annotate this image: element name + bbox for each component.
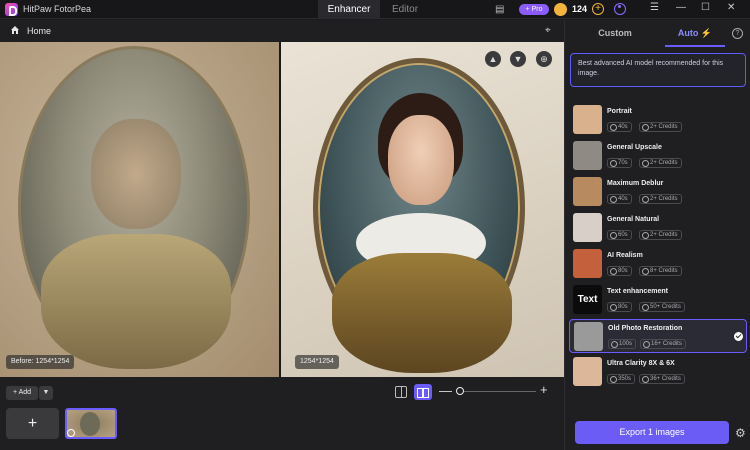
check-icon bbox=[734, 332, 743, 341]
model-name: Ultra Clarity 8X & 6X bbox=[607, 360, 675, 367]
model-time: 70s bbox=[607, 158, 632, 168]
before-size-label: Before: 1254*1254 bbox=[6, 355, 75, 369]
model-name: Text enhancement bbox=[607, 288, 668, 295]
model-credits: 2+ Credits bbox=[639, 230, 682, 240]
model-item[interactable]: General Natural 60s 2+ Credits bbox=[569, 211, 747, 245]
model-item[interactable]: Ultra Clarity 8X & 6X 350s 36+ Credits bbox=[569, 355, 747, 389]
menu-icon[interactable]: ☰ bbox=[650, 2, 659, 13]
info-icon[interactable] bbox=[67, 429, 75, 437]
zoom-in-icon[interactable]: + bbox=[540, 382, 548, 397]
credits-count: 124 bbox=[572, 4, 588, 14]
gear-icon[interactable]: ⚙ bbox=[735, 426, 746, 440]
model-item[interactable]: Text Text enhancement 80s 50+ Credits bbox=[569, 283, 747, 317]
add-image-button[interactable]: + bbox=[6, 408, 59, 439]
zoom-out-icon[interactable]: — bbox=[439, 383, 452, 398]
model-item[interactable]: General Upscale 70s 2+ Credits bbox=[569, 139, 747, 173]
model-thumbnail bbox=[574, 322, 603, 351]
model-time: 80s bbox=[607, 266, 632, 276]
app-title: HitPaw FotorPea bbox=[23, 4, 92, 14]
crop-icon[interactable]: ⌖ bbox=[545, 25, 551, 36]
model-name: Maximum Deblur bbox=[607, 180, 664, 187]
model-item[interactable]: Maximum Deblur 40s 2+ Credits bbox=[569, 175, 747, 209]
model-name: General Natural bbox=[607, 216, 660, 223]
model-credits: 36+ Credits bbox=[639, 374, 685, 384]
help-icon[interactable]: ? bbox=[732, 28, 743, 39]
zoom-slider[interactable] bbox=[458, 391, 536, 392]
lightning-icon: ⚡ bbox=[700, 28, 713, 38]
tab-editor[interactable]: Editor bbox=[384, 0, 426, 19]
export-button[interactable]: Export 1 images bbox=[575, 421, 729, 444]
model-time: 350s bbox=[607, 374, 636, 384]
model-time: 40s bbox=[607, 194, 632, 204]
maximize-icon[interactable]: ☐ bbox=[701, 2, 710, 13]
image-canvas[interactable]: Before: 1254*1254 1254*1254 ▲ ▼ ⊕ bbox=[0, 42, 564, 377]
model-name: AI Realism bbox=[607, 252, 643, 259]
add-credits-icon[interactable]: + bbox=[592, 3, 604, 15]
coin-icon bbox=[554, 3, 567, 16]
model-credits: 2+ Credits bbox=[639, 194, 682, 204]
model-time: 80s bbox=[607, 302, 632, 312]
zoom-slider-handle[interactable] bbox=[456, 387, 464, 395]
before-image: Before: 1254*1254 bbox=[0, 42, 279, 377]
model-name: Portrait bbox=[607, 108, 632, 115]
model-thumbnail: Text bbox=[573, 285, 602, 314]
model-item[interactable]: AI Realism 80s 8+ Credits bbox=[569, 247, 747, 281]
split-view-icon[interactable] bbox=[395, 386, 407, 398]
add-label: Add bbox=[18, 389, 32, 396]
tab-auto[interactable]: Auto ⚡ bbox=[665, 20, 725, 47]
add-dropdown-icon[interactable]: ▼ bbox=[39, 386, 53, 400]
model-thumbnail bbox=[573, 141, 602, 170]
model-name: General Upscale bbox=[607, 144, 662, 151]
tab-auto-label: Auto bbox=[677, 28, 699, 38]
close-icon[interactable]: ✕ bbox=[727, 2, 735, 13]
after-size-label: 1254*1254 bbox=[295, 355, 339, 369]
model-time: 100s bbox=[608, 339, 637, 349]
model-thumbnail bbox=[573, 213, 602, 242]
model-panel: Custom Auto ⚡ ? Best advanced AI model r… bbox=[564, 20, 750, 450]
app-logo-icon bbox=[5, 3, 18, 16]
thumbs-down-icon[interactable]: ▼ bbox=[510, 51, 526, 67]
model-credits: 2+ Credits bbox=[639, 122, 682, 132]
after-image: 1254*1254 ▲ ▼ ⊕ bbox=[281, 42, 564, 377]
model-time: 60s bbox=[607, 230, 632, 240]
add-button[interactable]: + Add bbox=[6, 386, 38, 400]
thumbs-up-icon[interactable]: ▲ bbox=[485, 51, 501, 67]
recommendation-tip: Best advanced AI model recommended for t… bbox=[570, 53, 746, 87]
tab-enhancer[interactable]: Enhancer bbox=[318, 0, 380, 19]
model-time: 40s bbox=[607, 122, 632, 132]
tab-custom[interactable]: Custom bbox=[565, 20, 665, 47]
model-item[interactable]: Portrait 40s 2+ Credits bbox=[569, 103, 747, 137]
model-thumbnail bbox=[573, 105, 602, 134]
model-thumbnail bbox=[573, 177, 602, 206]
model-credits: 8+ Credits bbox=[639, 266, 682, 276]
model-credits: 50+ Credits bbox=[639, 302, 685, 312]
model-thumbnail bbox=[573, 249, 602, 278]
side-by-side-view-icon[interactable] bbox=[414, 384, 432, 400]
model-thumbnail bbox=[573, 357, 602, 386]
user-icon[interactable] bbox=[614, 3, 626, 15]
model-name: Old Photo Restoration bbox=[608, 325, 683, 332]
after-portrait bbox=[313, 58, 525, 373]
pro-button[interactable]: + Pro bbox=[519, 4, 549, 15]
tasks-icon[interactable]: ▤ bbox=[495, 4, 504, 15]
model-credits: 2+ Credits bbox=[639, 158, 682, 168]
home-link[interactable]: Home bbox=[27, 26, 51, 36]
zoom-icon[interactable]: ⊕ bbox=[536, 51, 552, 67]
home-icon[interactable] bbox=[10, 25, 20, 35]
minimize-icon[interactable]: — bbox=[676, 2, 686, 13]
before-portrait bbox=[18, 46, 250, 369]
toolbar: Home ⌖ bbox=[0, 20, 564, 42]
model-credits: 16+ Credits bbox=[640, 339, 686, 349]
bottom-bar: + Add ▼ — + + bbox=[0, 377, 564, 450]
model-item[interactable]: Old Photo Restoration 100s 16+ Credits bbox=[569, 319, 747, 353]
title-bar: HitPaw FotorPea Enhancer Editor ▤ + Pro … bbox=[0, 0, 750, 19]
